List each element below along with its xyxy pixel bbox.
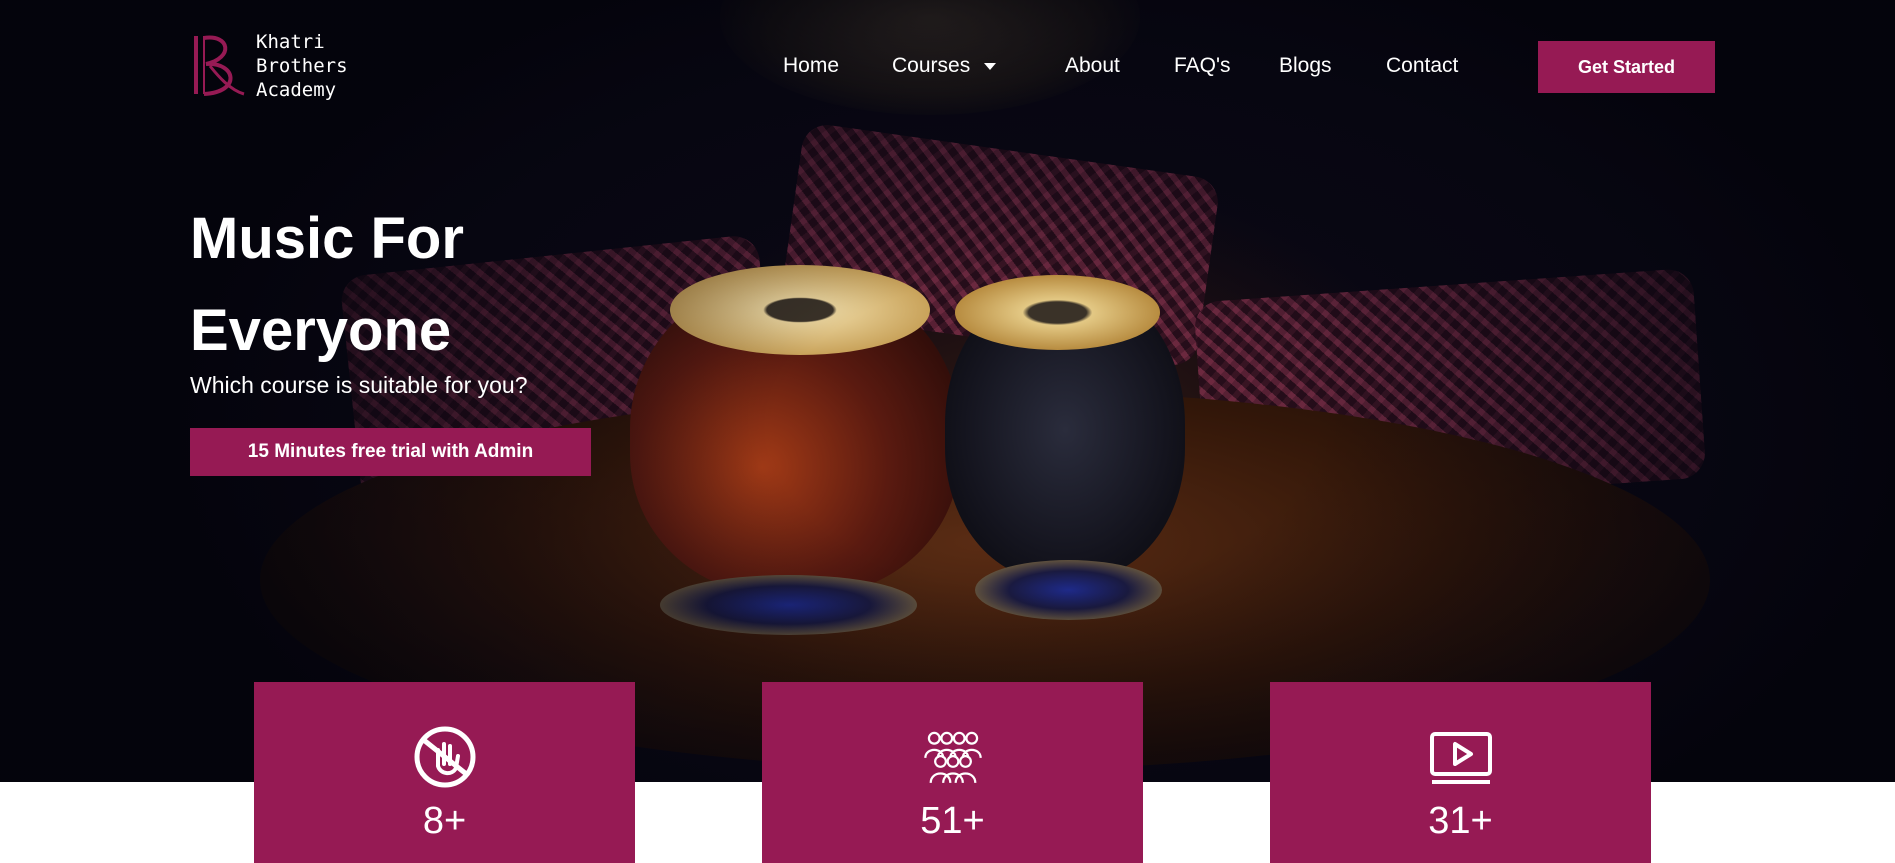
nav-item-courses[interactable]: Courses xyxy=(892,54,997,78)
stat-card: 51+ xyxy=(762,682,1143,863)
stat-value: 31+ xyxy=(1428,800,1493,842)
no-hand-icon xyxy=(414,726,475,788)
chevron-down-icon xyxy=(984,62,997,70)
free-trial-button[interactable]: 15 Minutes free trial with Admin xyxy=(190,428,591,476)
group-people-icon xyxy=(923,731,982,784)
hero-title: Music For Everyone xyxy=(190,193,670,377)
hero-subtitle: Which course is suitable for you? xyxy=(190,372,528,398)
stat-card: 8+ xyxy=(254,682,635,863)
nav-item-contact[interactable]: Contact xyxy=(1386,54,1458,78)
video-play-icon xyxy=(1429,732,1492,784)
get-started-button[interactable]: Get Started xyxy=(1538,41,1715,93)
hero-title-line: Everyone xyxy=(190,298,452,363)
nav-item-about[interactable]: About xyxy=(1065,54,1120,78)
stat-value: 8+ xyxy=(422,800,467,842)
brand-logo[interactable]: Khatri Brothers Academy xyxy=(190,30,348,102)
nav-item-label: Courses xyxy=(892,54,971,77)
nav-item-home[interactable]: Home xyxy=(783,54,839,78)
stat-card: 31+ xyxy=(1270,682,1651,863)
stat-value: 51+ xyxy=(920,800,985,842)
hero-title-line: Music For xyxy=(190,206,464,271)
logo-monogram-icon xyxy=(194,35,245,96)
brand-name: Khatri Brothers Academy xyxy=(256,30,348,102)
nav-item-blogs[interactable]: Blogs xyxy=(1279,54,1332,78)
brand-name-line: Khatri xyxy=(256,31,325,53)
brand-name-line: Academy xyxy=(256,79,337,101)
nav-item-faqs[interactable]: FAQ's xyxy=(1174,54,1231,78)
brand-name-line: Brothers xyxy=(256,55,348,77)
